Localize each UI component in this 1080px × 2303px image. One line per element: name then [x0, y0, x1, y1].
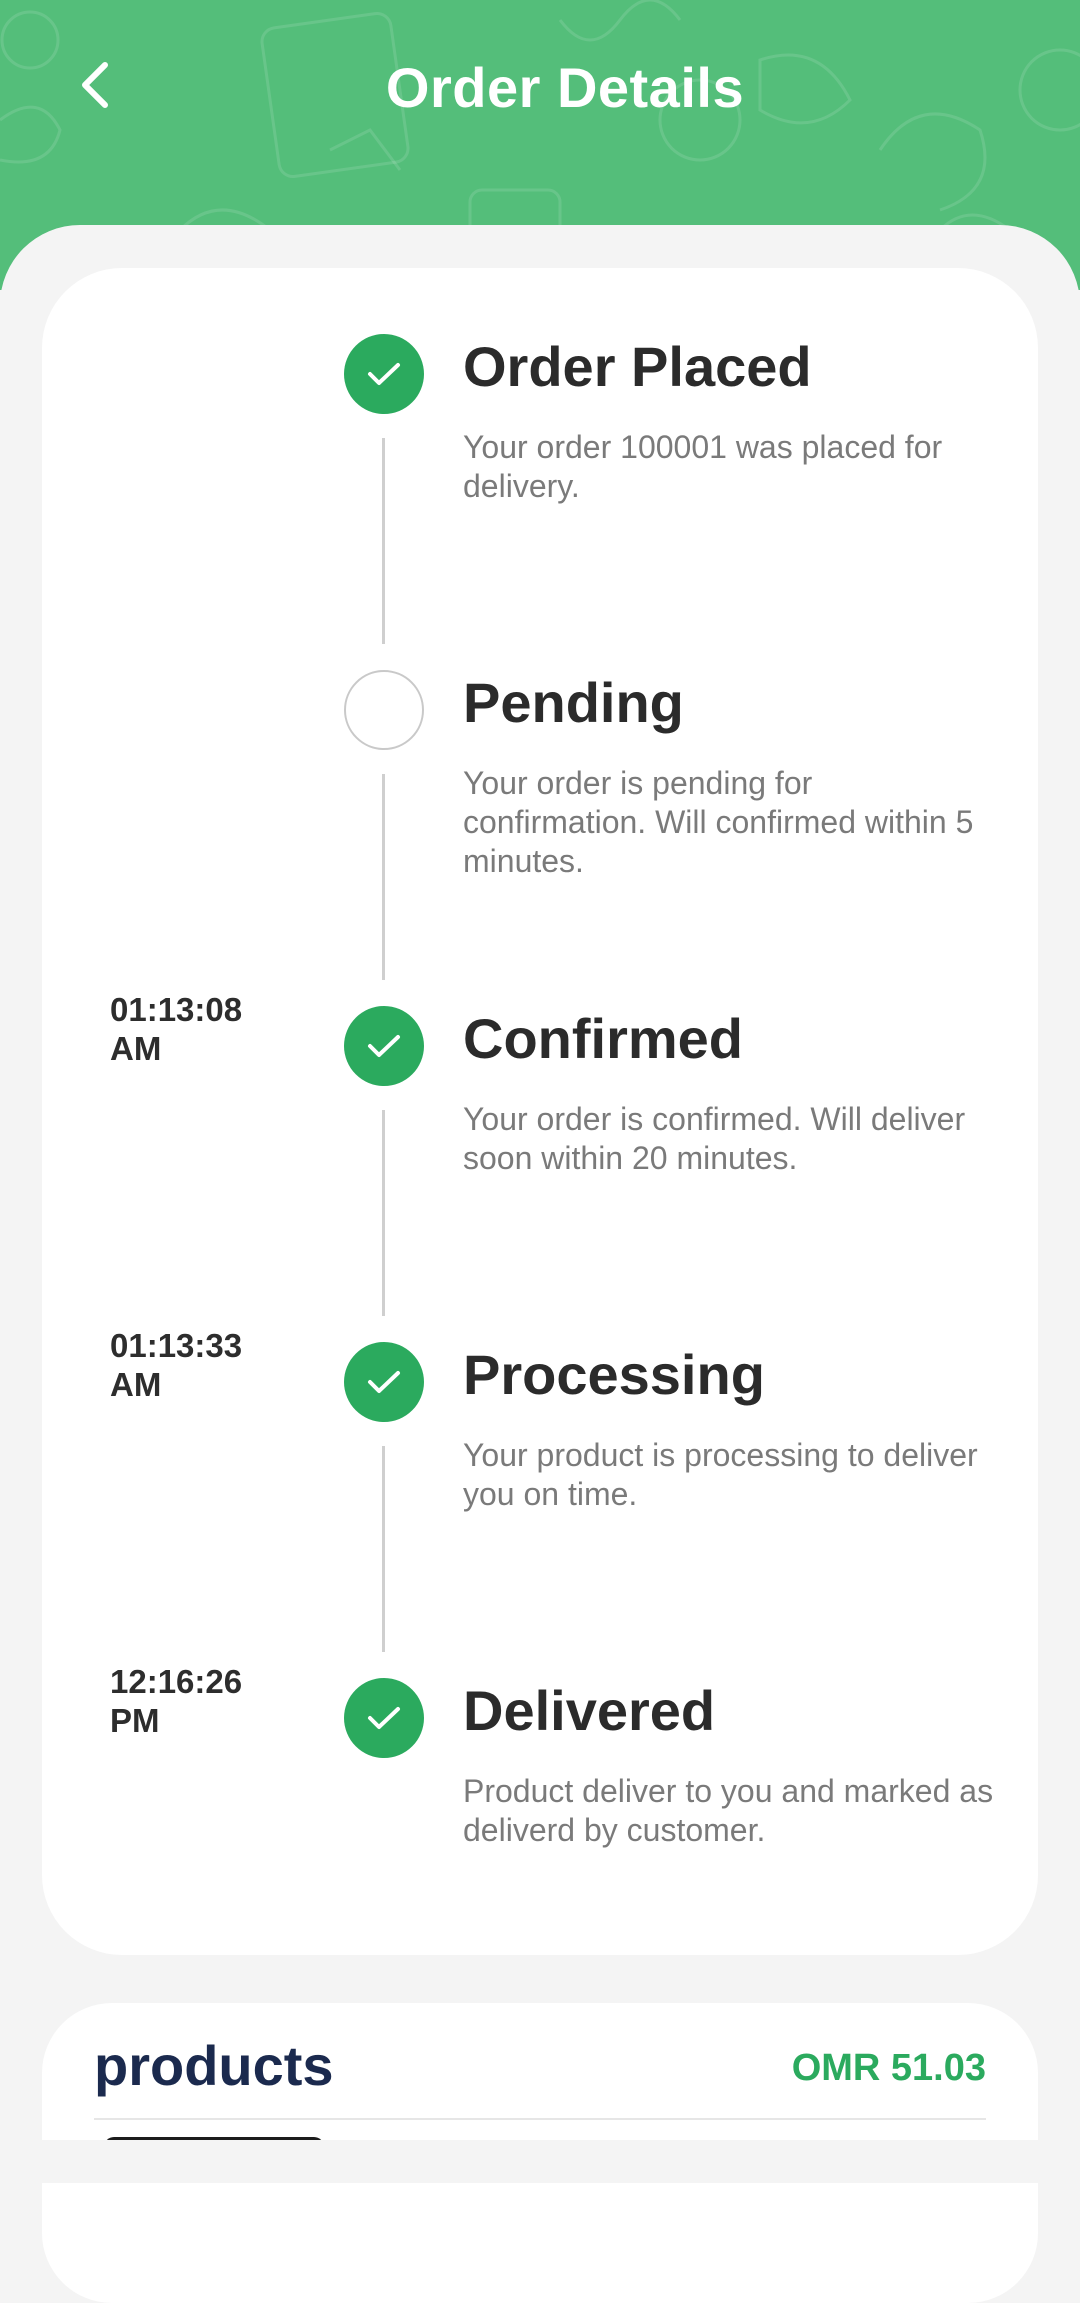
step-time: 01:13:33 AM [110, 1327, 243, 1403]
order-timeline-card: Order Placed Your order 100001 was place… [42, 268, 1038, 1955]
timeline-step-order-placed: Order Placed Your order 100001 was place… [42, 268, 1038, 644]
step-title: Pending [463, 671, 684, 734]
check-icon [368, 1371, 400, 1393]
step-title: Processing [463, 1343, 765, 1406]
step-time: 12:16:26 PM [110, 1663, 243, 1739]
timeline-step-confirmed: 01:13:08 AM Confirmed Your order is conf… [42, 940, 1038, 1316]
step-description: Your product is processing to deliver yo… [463, 1437, 978, 1512]
check-icon [368, 1035, 400, 1057]
check-icon [368, 1707, 400, 1729]
timeline-step-pending: Pending Your order is pending for confir… [42, 604, 1038, 980]
timeline-step-processing: 01:13:33 AM Processing Your product is p… [42, 1276, 1038, 1652]
products-total: OMR 51.03 [791, 2047, 986, 2089]
step-title: Confirmed [463, 1007, 743, 1070]
step-description: Your order is pending for confirmation. … [463, 765, 974, 879]
step-time: 01:13:08 AM [110, 991, 243, 1067]
step-title: Delivered [463, 1679, 716, 1742]
step-description: Your order 100001 was placed for deliver… [463, 429, 943, 504]
step-status-dot [344, 1006, 424, 1086]
check-icon [368, 363, 400, 385]
page-title: Order Details [385, 56, 745, 119]
bottom-edge [0, 2140, 1080, 2183]
step-status-dot [344, 334, 424, 414]
timeline-step-delivered: 12:16:26 PM Delivered Product deliver to… [42, 1612, 1038, 1948]
step-status-dot [344, 1678, 424, 1758]
step-description: Your order is confirmed. Will deliver so… [463, 1101, 966, 1176]
step-status-dot [344, 1342, 424, 1422]
divider [94, 2118, 986, 2120]
step-title: Order Placed [463, 335, 812, 398]
products-title: products [94, 2034, 334, 2097]
step-description: Product deliver to you and marked as del… [463, 1773, 994, 1848]
step-status-dot [344, 670, 424, 750]
